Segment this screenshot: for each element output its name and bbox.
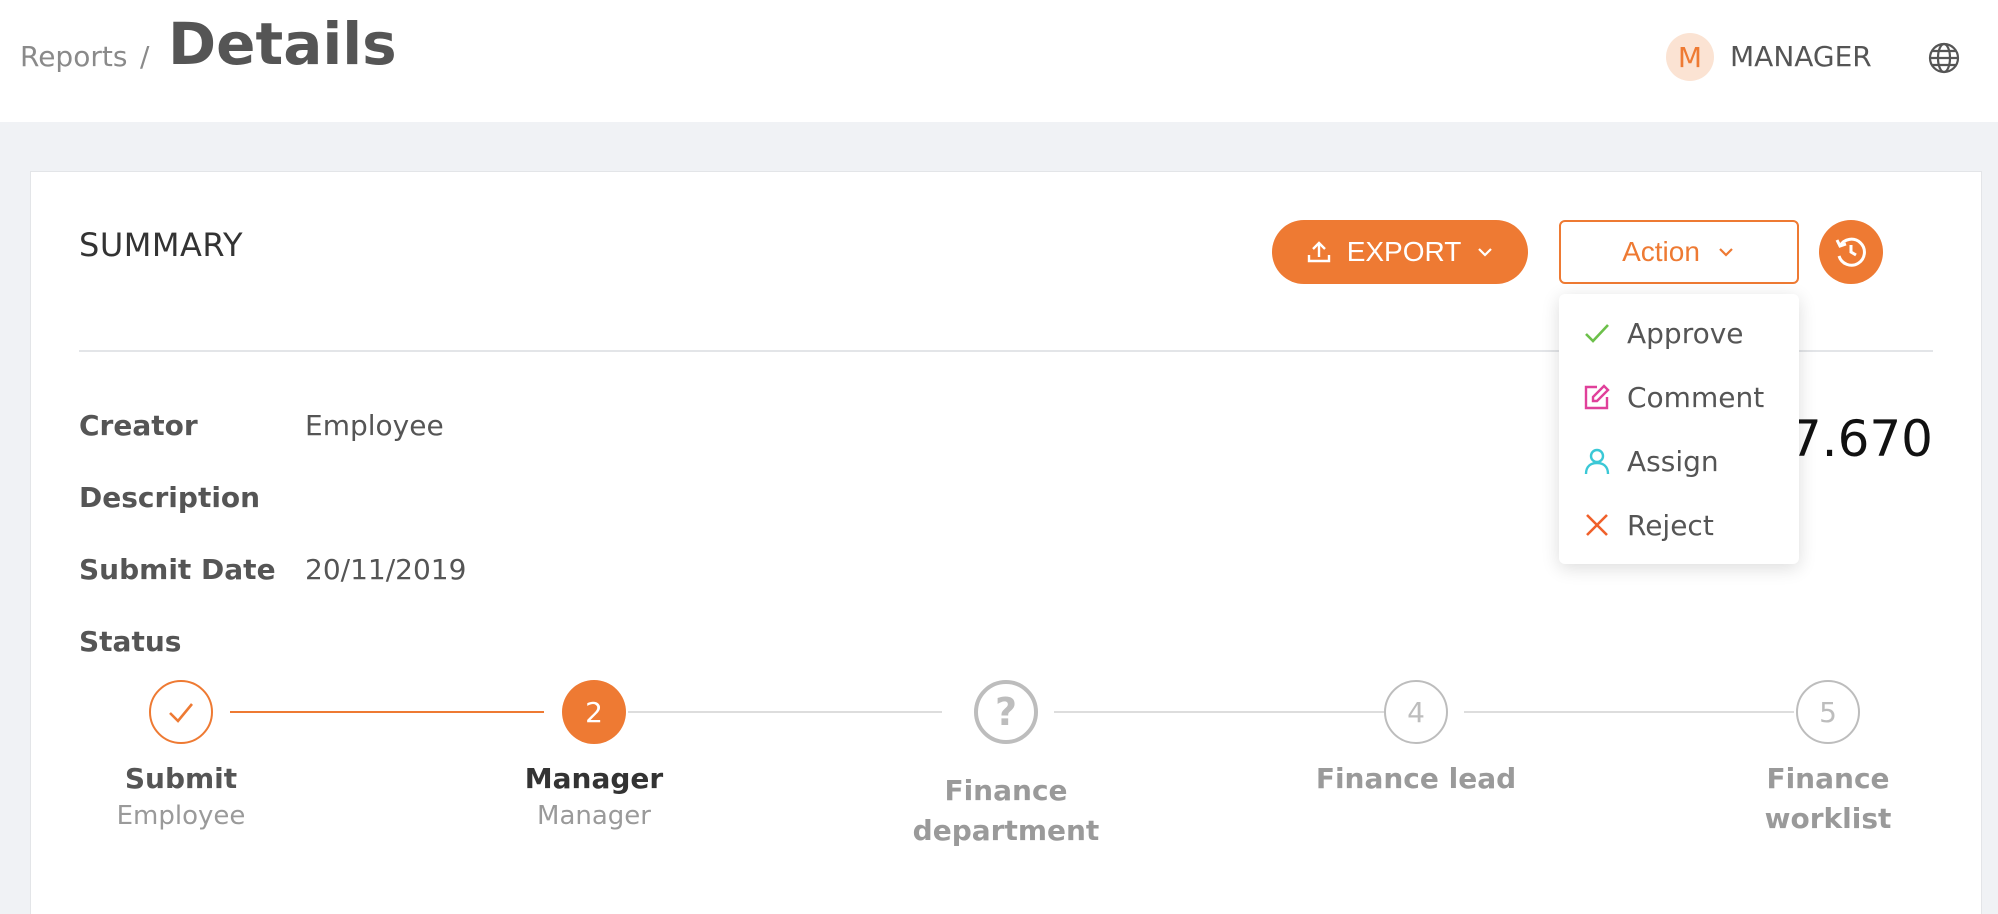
step-finance-lead-circle: 4 [1384, 680, 1448, 744]
step-title: Submit [124, 762, 238, 795]
menu-item-label: Reject [1627, 508, 1714, 542]
export-label: EXPORT [1346, 236, 1462, 267]
breadcrumb-separator: / [140, 40, 150, 73]
history-icon [1835, 237, 1866, 267]
step-connector [1464, 711, 1794, 713]
menu-item-assign[interactable]: Assign [1559, 429, 1799, 493]
page-title: Details [168, 10, 397, 78]
submit-date-value: 20/11/2019 [305, 553, 467, 586]
status-label: Status [79, 625, 182, 658]
step-title: Manager [524, 762, 664, 795]
submit-date-label: Submit Date [79, 553, 276, 586]
summary-title: SUMMARY [79, 226, 244, 264]
edit-icon [1584, 384, 1610, 410]
export-button[interactable]: EXPORT [1272, 220, 1528, 284]
chevron-down-icon [1719, 248, 1733, 257]
step-connector [628, 711, 942, 713]
menu-item-approve[interactable]: Approve [1559, 301, 1799, 365]
description-label: Description [79, 481, 261, 514]
top-bar: Reports / Details M MANAGER [0, 0, 1998, 122]
avatar[interactable]: M [1666, 33, 1714, 81]
chevron-down-icon [1478, 248, 1493, 257]
step-title: Finance worklist [1764, 762, 1892, 835]
menu-item-reject[interactable]: Reject [1559, 493, 1799, 557]
step-title: Finance lead [1315, 762, 1517, 795]
breadcrumb-reports[interactable]: Reports [20, 40, 127, 73]
step-submit-circle [149, 680, 213, 744]
menu-item-label: Comment [1627, 380, 1765, 414]
menu-item-label: Assign [1627, 444, 1719, 478]
action-label: Action [1622, 236, 1700, 267]
summary-card: SUMMARY EXPORT Action Creator Employee D… [30, 171, 1982, 914]
username[interactable]: MANAGER [1730, 40, 1872, 73]
user-icon [1584, 448, 1610, 475]
menu-item-comment[interactable]: Comment [1559, 365, 1799, 429]
step-connector [230, 711, 544, 713]
step-subtitle: Employee [116, 801, 246, 831]
upload-icon [1307, 241, 1330, 263]
history-button[interactable] [1819, 220, 1883, 284]
action-button[interactable]: Action [1559, 220, 1799, 284]
step-finance-department-circle: ? [974, 680, 1038, 744]
step-connector [1054, 711, 1384, 713]
menu-item-label: Approve [1627, 316, 1744, 350]
globe-icon[interactable] [1926, 40, 1962, 76]
check-icon [169, 703, 194, 723]
step-manager-circle: 2 [562, 680, 626, 744]
step-subtitle: Manager [537, 801, 651, 831]
step-title: Finance department [912, 774, 1100, 847]
action-dropdown-menu: Approve Comment Assign Reject [1559, 294, 1799, 564]
close-icon [1586, 514, 1608, 536]
step-finance-worklist-circle: 5 [1796, 680, 1860, 744]
creator-label: Creator [79, 409, 198, 442]
check-icon [1585, 324, 1609, 343]
creator-value: Employee [305, 409, 444, 442]
